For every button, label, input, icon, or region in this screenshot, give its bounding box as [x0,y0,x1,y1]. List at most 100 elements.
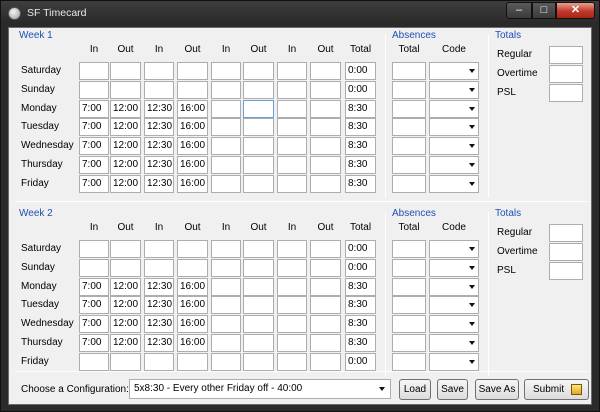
time-input[interactable]: 12:00 [110,334,141,352]
maximize-button[interactable]: □ [532,2,556,19]
time-input[interactable] [144,240,174,258]
time-input[interactable] [243,137,274,156]
time-input[interactable] [177,352,208,371]
time-input[interactable] [211,334,241,352]
time-input[interactable]: 7:00 [79,156,109,174]
time-input[interactable] [243,334,274,352]
time-input[interactable] [243,258,274,277]
time-input[interactable]: 16:00 [177,296,208,315]
time-input[interactable]: 12:00 [110,99,141,118]
time-input[interactable] [110,240,141,258]
time-input[interactable] [243,277,274,296]
absence-code-select[interactable] [429,156,479,174]
time-input[interactable] [79,80,109,99]
time-input[interactable] [277,240,307,258]
time-input[interactable]: 12:30 [144,99,174,118]
time-input[interactable] [211,137,241,156]
time-input[interactable]: 7:00 [79,334,109,352]
absence-code-select[interactable] [429,315,479,334]
minimize-button[interactable]: – [506,2,532,19]
submit-button[interactable]: Submit [524,379,589,400]
time-input[interactable] [79,62,109,80]
time-input[interactable]: 12:30 [144,334,174,352]
time-input[interactable] [211,118,241,137]
time-input[interactable] [277,62,307,80]
time-input[interactable]: 16:00 [177,156,208,174]
time-input[interactable] [177,240,208,258]
time-input[interactable] [243,352,274,371]
time-input[interactable] [310,80,341,99]
time-input[interactable] [277,156,307,174]
time-input[interactable] [277,296,307,315]
close-button[interactable]: ✕ [556,2,595,19]
title-bar[interactable]: SF Timecard – □ ✕ [1,1,599,25]
load-button[interactable]: Load [399,379,431,400]
time-input[interactable] [211,62,241,80]
time-input[interactable] [310,258,341,277]
absence-total-input[interactable] [392,240,426,258]
time-input[interactable] [211,80,241,99]
time-input[interactable] [277,118,307,137]
config-select[interactable]: 5x8:30 - Every other Friday off - 40:00 [129,379,391,399]
absence-code-select[interactable] [429,352,479,371]
time-input[interactable] [310,296,341,315]
time-input[interactable]: 7:00 [79,296,109,315]
time-input[interactable]: 16:00 [177,99,208,118]
absence-total-input[interactable] [392,137,426,156]
time-input[interactable]: 12:30 [144,156,174,174]
time-input[interactable]: 7:00 [79,315,109,334]
time-input[interactable]: 12:30 [144,296,174,315]
time-input[interactable] [310,352,341,371]
time-input[interactable] [243,99,274,118]
time-input[interactable]: 16:00 [177,174,208,193]
time-input[interactable] [211,315,241,334]
time-input[interactable] [310,156,341,174]
time-input[interactable]: 16:00 [177,118,208,137]
time-input[interactable]: 12:00 [110,277,141,296]
time-input[interactable]: 12:00 [110,296,141,315]
time-input[interactable]: 12:30 [144,118,174,137]
time-input[interactable]: 16:00 [177,277,208,296]
absence-code-select[interactable] [429,334,479,352]
time-input[interactable] [110,80,141,99]
time-input[interactable]: 16:00 [177,315,208,334]
time-input[interactable] [110,352,141,371]
time-input[interactable]: 7:00 [79,277,109,296]
absence-total-input[interactable] [392,174,426,193]
time-input[interactable] [310,137,341,156]
time-input[interactable] [310,240,341,258]
time-input[interactable] [243,296,274,315]
absence-total-input[interactable] [392,118,426,137]
absence-total-input[interactable] [392,258,426,277]
time-input[interactable] [277,334,307,352]
time-input[interactable] [110,62,141,80]
time-input[interactable]: 7:00 [79,118,109,137]
absence-code-select[interactable] [429,99,479,118]
time-input[interactable]: 12:00 [110,137,141,156]
time-input[interactable] [79,258,109,277]
time-input[interactable] [79,352,109,371]
time-input[interactable]: 12:00 [110,156,141,174]
time-input[interactable]: 12:00 [110,174,141,193]
time-input[interactable] [243,174,274,193]
save-button[interactable]: Save [437,379,468,400]
time-input[interactable]: 16:00 [177,334,208,352]
absence-total-input[interactable] [392,62,426,80]
time-input[interactable] [177,258,208,277]
time-input[interactable] [211,277,241,296]
absence-code-select[interactable] [429,258,479,277]
time-input[interactable] [243,62,274,80]
time-input[interactable] [211,240,241,258]
time-input[interactable] [310,62,341,80]
time-input[interactable] [211,156,241,174]
absence-code-select[interactable] [429,174,479,193]
time-input[interactable] [310,334,341,352]
time-input[interactable]: 7:00 [79,99,109,118]
time-input[interactable]: 12:30 [144,277,174,296]
time-input[interactable] [211,99,241,118]
time-input[interactable] [144,80,174,99]
time-input[interactable] [177,80,208,99]
absence-total-input[interactable] [392,277,426,296]
time-input[interactable] [243,80,274,99]
absence-code-select[interactable] [429,80,479,99]
